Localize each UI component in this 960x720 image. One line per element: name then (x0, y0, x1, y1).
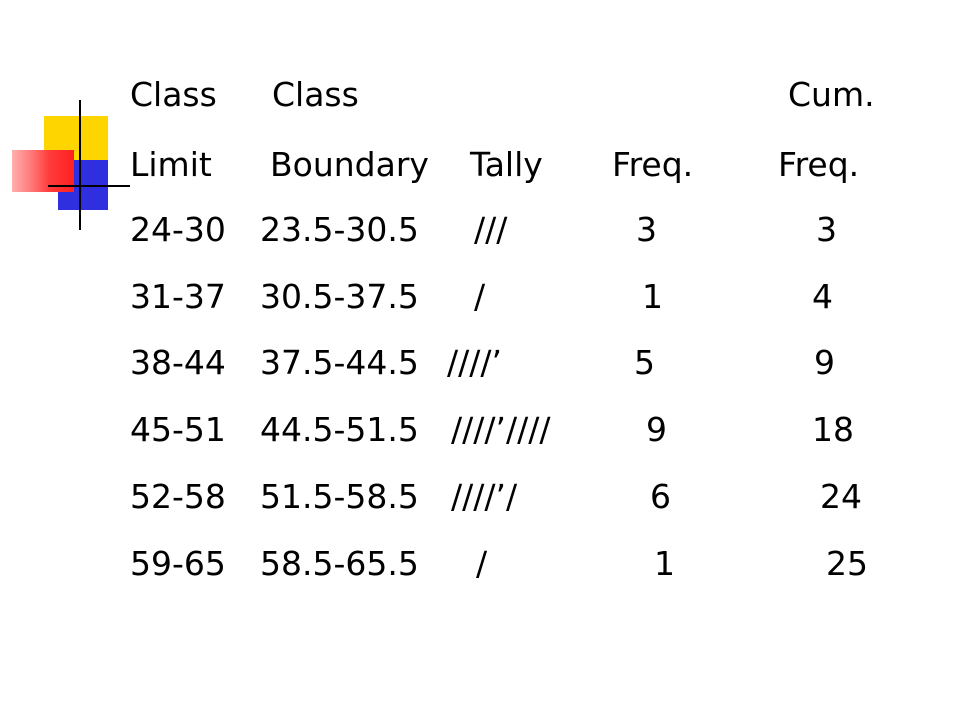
header-tally: Tally (470, 145, 543, 184)
row-6-limit: 59-65 (130, 544, 226, 583)
row-5-tally: ////’/ (451, 477, 518, 516)
row-5-boundary: 51.5-58.5 (260, 477, 419, 516)
header-boundary: Boundary (270, 145, 429, 184)
frequency-table: Class Class Cum. Limit Boundary Tally Fr… (0, 0, 960, 720)
row-1-tally: /// (474, 210, 508, 249)
row-5-freq: 6 (650, 477, 671, 516)
row-1-limit: 24-30 (130, 210, 226, 249)
row-2-limit: 31-37 (130, 277, 226, 316)
row-4-freq: 9 (646, 410, 667, 449)
header-cum-top: Cum. (788, 75, 875, 114)
row-4-boundary: 44.5-51.5 (260, 410, 419, 449)
row-4-tally: ////’//// (451, 410, 551, 449)
row-4-limit: 45-51 (130, 410, 226, 449)
row-6-boundary: 58.5-65.5 (260, 544, 419, 583)
row-6-tally: / (476, 544, 488, 583)
header-class-boundary-top: Class (272, 75, 359, 114)
row-6-freq: 1 (654, 544, 675, 583)
header-class-limit-top: Class (130, 75, 217, 114)
header-limit: Limit (130, 145, 212, 184)
row-2-tally: / (474, 277, 486, 316)
row-5-limit: 52-58 (130, 477, 226, 516)
row-5-cum-freq: 24 (820, 477, 862, 516)
row-2-cum-freq: 4 (812, 277, 833, 316)
header-freq: Freq. (612, 145, 694, 184)
row-2-boundary: 30.5-37.5 (260, 277, 419, 316)
row-3-freq: 5 (634, 343, 655, 382)
row-1-boundary: 23.5-30.5 (260, 210, 419, 249)
row-1-freq: 3 (636, 210, 657, 249)
row-2-freq: 1 (642, 277, 663, 316)
row-3-cum-freq: 9 (814, 343, 835, 382)
row-3-tally: ////’ (447, 343, 502, 382)
row-1-cum-freq: 3 (816, 210, 837, 249)
row-3-limit: 38-44 (130, 343, 226, 382)
header-cum-freq: Freq. (778, 145, 860, 184)
row-4-cum-freq: 18 (812, 410, 854, 449)
row-3-boundary: 37.5-44.5 (260, 343, 419, 382)
row-6-cum-freq: 25 (826, 544, 868, 583)
